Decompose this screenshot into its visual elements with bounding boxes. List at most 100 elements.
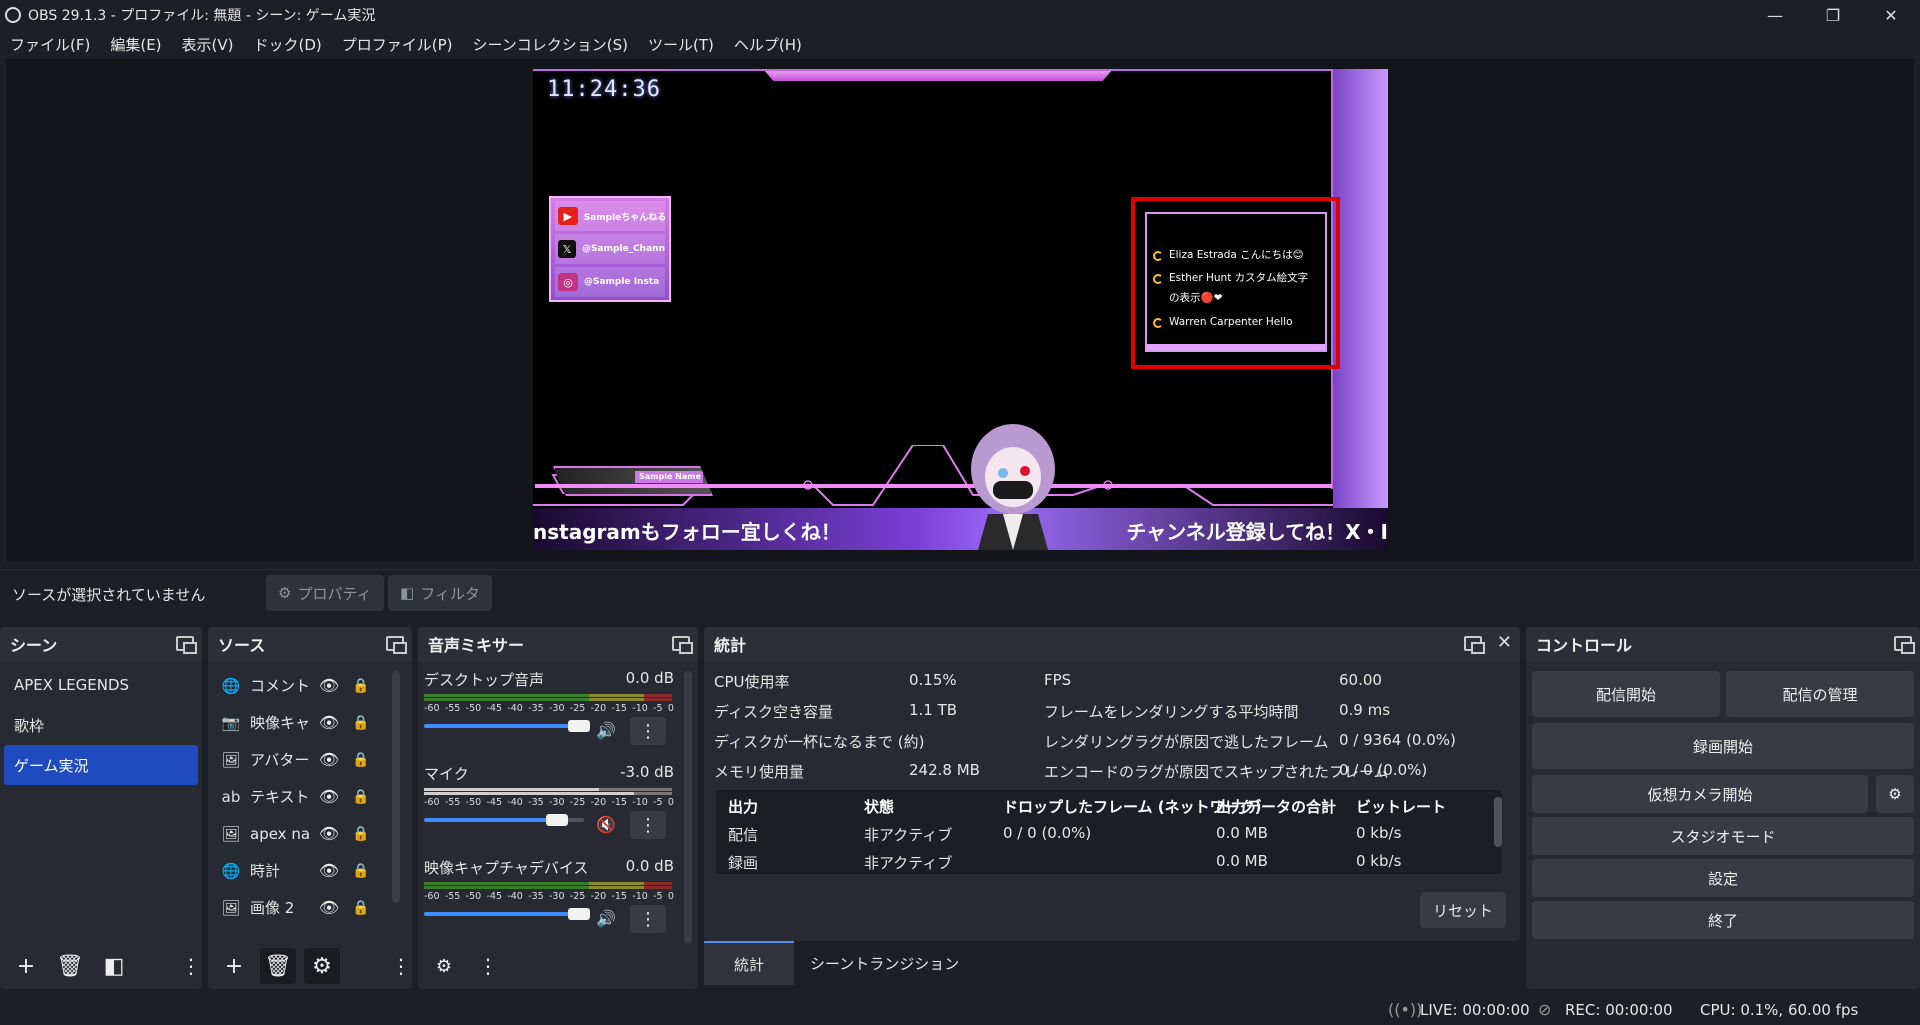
channel-menu-button[interactable]: ⋮ [630,811,666,839]
lock-icon[interactable]: 🔒 [352,863,370,879]
channel-menu-button[interactable]: ⋮ [630,905,666,933]
source-item[interactable]: 🌐 コメント欄 👁 🔒 [208,667,412,704]
menu-item[interactable]: 表示(V) [172,34,244,55]
scene-filters-button[interactable]: ◧ [96,948,132,984]
remove-source-button[interactable]: 🗑 [260,948,296,984]
exit-button[interactable]: 終了 [1532,901,1914,939]
volume-knob[interactable] [568,908,590,920]
volume-knob[interactable] [546,814,568,826]
source-item[interactable]: 🖼 アバター 👁 🔒 [208,741,412,778]
volume-slider[interactable] [424,718,590,734]
lock-icon[interactable]: 🔒 [352,715,370,731]
controls-title: コントロール [1536,636,1633,655]
output-table-scrollbar[interactable] [1494,797,1502,847]
source-toolbar: ソースが選択されていません ⚙ プロパティ ◧ フィルタ [0,569,1920,615]
sources-dock-header: ソース [208,627,412,661]
text-icon: ab [221,787,241,806]
stat-value: 0.9 ms [1339,701,1391,719]
source-more-button[interactable]: ⋮ [390,948,412,984]
scenes-title: シーン [10,636,58,655]
table-cell: 0 kb/s [1356,824,1402,842]
studio-mode-button[interactable]: スタジオモード [1532,817,1914,855]
add-scene-button[interactable]: + [8,948,44,984]
eye-icon[interactable]: 👁 [318,824,340,843]
muted-speaker-icon[interactable]: 🔇 [596,815,616,834]
stat-value: 0.15% [909,671,957,689]
dock-tab[interactable]: 統計 [704,941,795,985]
eye-icon[interactable]: 👁 [318,787,340,806]
menu-item[interactable]: プロファイル(P) [332,34,463,55]
mixer-scrollbar[interactable] [684,671,692,943]
restore-button[interactable]: ❐ [1804,0,1862,30]
virtual-camera-settings-button[interactable]: ⚙ [1876,775,1914,813]
stats-grid: CPU使用率 0.15% ディスク空き容量 1.1 TB ディスクが一杯になるまで (約… [704,661,1520,781]
meter-tick: -55 [444,703,461,714]
mixer-channel: 映像キャプチャデバイス 0.0 dB -60 -55 -50 -45 -40 -35 -30 -2… [418,853,698,947]
volume-slider[interactable] [424,812,589,828]
scene-item[interactable]: APEX LEGENDS [4,665,198,705]
scene-list: APEX LEGENDS 歌枠 ゲーム実況 [0,661,202,789]
source-item[interactable]: ab テキスト (👁 🔒 [208,778,412,815]
source-item[interactable]: 🖼 画像 2 👁 🔒 [208,889,412,926]
scene-item[interactable]: ゲーム実況 [4,745,198,785]
eye-icon[interactable]: 👁 [318,898,340,917]
undock-icon[interactable] [672,636,693,654]
chat-decoration [1147,344,1325,350]
undock-icon[interactable] [1464,636,1485,654]
menu-item[interactable]: シーンコレクション(S) [463,34,638,55]
properties-button[interactable]: ⚙ プロパティ [266,575,384,611]
audio-settings-button[interactable]: ⚙ [426,948,462,984]
menu-item[interactable]: ファイル(F) [0,34,100,55]
dock-tab[interactable]: シーントランジション [794,941,976,985]
scene-more-button[interactable]: ⋮ [180,948,202,984]
source-item[interactable]: 📷 映像キャプチャ 👁 🔒 [208,704,412,741]
undock-icon[interactable] [1894,636,1915,654]
start-virtual-camera-button[interactable]: 仮想カメラ開始 [1532,775,1868,813]
mixer-more-button[interactable]: ⋮ [470,948,506,984]
window-title: OBS 29.1.3 - プロファイル: 無題 - シーン: ゲーム実況 [28,8,376,24]
meter-tick: 0 [667,703,674,714]
channel-menu-button[interactable]: ⋮ [630,717,666,745]
frame-line-top [533,69,1333,71]
eye-icon[interactable]: 👁 [318,750,340,769]
sources-scrollbar[interactable] [392,671,400,903]
close-window-button[interactable]: ✕ [1862,0,1920,30]
eye-icon[interactable]: 👁 [318,861,340,880]
speaker-icon[interactable]: 🔊 [596,721,616,740]
lock-icon[interactable]: 🔒 [352,752,370,768]
manage-broadcast-button[interactable]: 配信の管理 [1726,671,1914,717]
minimize-button[interactable]: — [1746,0,1804,30]
lock-icon[interactable]: 🔒 [352,789,370,805]
undock-icon[interactable] [386,636,407,654]
source-properties-button[interactable]: ⚙ [304,948,340,984]
undock-icon[interactable] [176,636,197,654]
add-source-button[interactable]: + [216,948,252,984]
scene-item[interactable]: 歌枠 [4,705,198,745]
remove-scene-button[interactable]: 🗑 [52,948,88,984]
reset-button[interactable]: リセット [1420,892,1506,928]
settings-button[interactable]: 設定 [1532,859,1914,897]
speaker-icon[interactable]: 🔊 [596,909,616,928]
start-streaming-button[interactable]: 配信開始 [1532,671,1720,717]
lock-icon[interactable]: 🔒 [352,678,370,694]
table-cell: 非アクティブ [864,826,953,844]
eye-icon[interactable]: 👁 [318,676,340,695]
camera-icon: 📷 [221,713,241,732]
start-recording-button[interactable]: 録画開始 [1532,723,1914,769]
preview-canvas[interactable]: 11:24:36 ▶ Sampleちゃんねる 𝕏 @Sample_Channel ◎ @S… [533,69,1388,550]
volume-slider[interactable] [424,906,590,922]
filters-button[interactable]: ◧ フィルタ [388,575,492,611]
close-icon[interactable]: ✕ [1497,632,1512,653]
menu-item[interactable]: ヘルプ(H) [724,34,812,55]
menu-item[interactable]: 編集(E) [100,34,171,55]
lock-icon[interactable]: 🔒 [352,826,370,842]
source-item[interactable]: 🌐 時計 👁 🔒 [208,852,412,889]
scenes-toolbar: + 🗑 ◧ ⋮ [0,943,202,989]
eye-icon[interactable]: 👁 [318,713,340,732]
lock-icon[interactable]: 🔒 [352,900,370,916]
menu-item[interactable]: ツール(T) [638,34,724,55]
menu-item[interactable]: ドック(D) [244,34,332,55]
stats-dock: 統計 ✕ CPU使用率 0.15% ディスク空き容量 1.1 TB ディスクが一杯になる… [704,627,1520,941]
source-item[interactable]: 🖼 apex name 👁 🔒 [208,815,412,852]
volume-knob[interactable] [568,720,590,732]
